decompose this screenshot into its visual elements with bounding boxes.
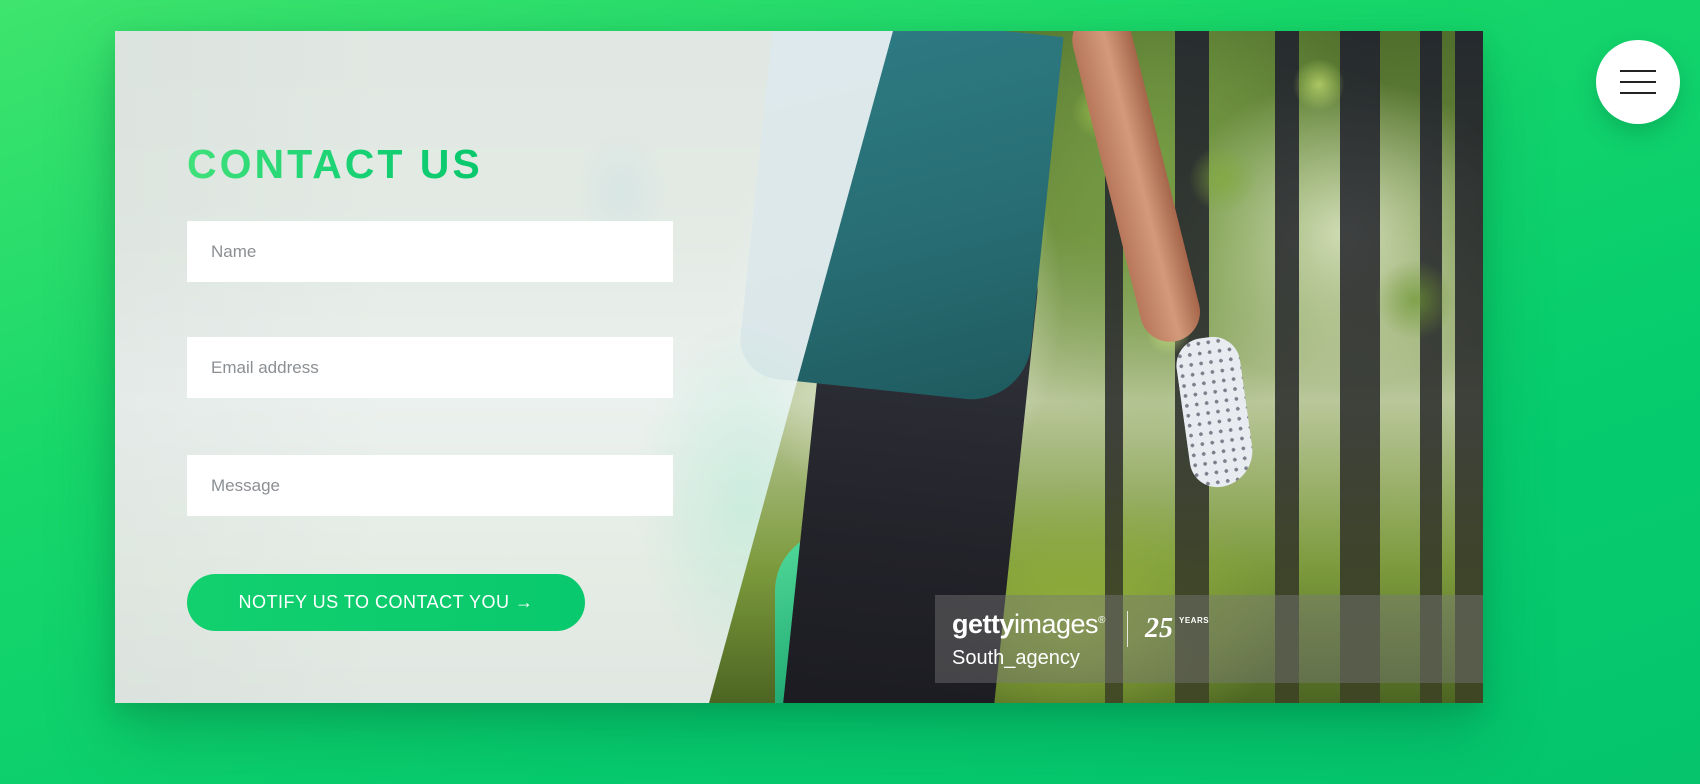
watermark-divider: [1127, 611, 1128, 647]
anniversary-label: YEARS: [1179, 616, 1210, 625]
image-credit-watermark: gettyimages® 25 YEARS South_agency: [935, 595, 1483, 683]
gettyimages-logo: gettyimages®: [952, 609, 1105, 639]
message-input[interactable]: [187, 455, 673, 516]
notify-contact-button[interactable]: NOTIFY US TO CONTACT YOU →: [187, 574, 585, 631]
page-title: CONTACT US: [187, 141, 483, 187]
name-input[interactable]: [187, 221, 673, 282]
photo-credit: South_agency: [952, 647, 1080, 669]
anniversary-logo: 25: [1145, 613, 1173, 644]
menu-button[interactable]: [1596, 40, 1680, 124]
contact-card: CONTACT US NOTIFY US TO CONTACT YOU → ge…: [115, 31, 1483, 703]
email-input[interactable]: [187, 337, 673, 398]
